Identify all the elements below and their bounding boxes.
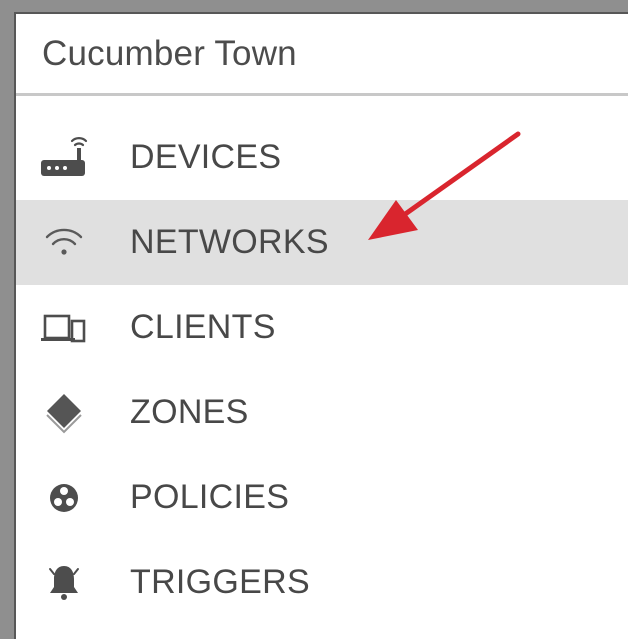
sidebar-item-triggers[interactable]: TRIGGERS <box>16 540 628 625</box>
wifi-icon <box>37 220 91 266</box>
sidebar-item-label: DEVICES <box>130 138 282 176</box>
policy-icon <box>37 475 91 521</box>
sidebar-nav: DEVICES NETWORKS CLIENTS ZONES POLICIES … <box>16 115 628 625</box>
bell-icon <box>37 560 91 606</box>
sidebar-item-zones[interactable]: ZONES <box>16 370 628 455</box>
sidebar-panel: Cucumber Town DEVICES NETWORKS CLIENTS Z… <box>14 12 628 639</box>
client-devices-icon <box>37 305 91 351</box>
sidebar-item-clients[interactable]: CLIENTS <box>16 285 628 370</box>
sidebar-item-label: TRIGGERS <box>130 563 310 601</box>
sidebar-header: Cucumber Town <box>16 14 628 96</box>
sidebar-item-policies[interactable]: POLICIES <box>16 455 628 540</box>
sidebar-item-label: CLIENTS <box>130 308 276 346</box>
sidebar-item-label: POLICIES <box>130 478 290 516</box>
router-icon <box>37 135 91 181</box>
sidebar-item-label: NETWORKS <box>130 223 329 261</box>
sidebar-item-devices[interactable]: DEVICES <box>16 115 628 200</box>
location-title[interactable]: Cucumber Town <box>42 34 297 74</box>
diamond-icon <box>37 390 91 436</box>
sidebar-item-networks[interactable]: NETWORKS <box>16 200 628 285</box>
sidebar-item-label: ZONES <box>130 393 249 431</box>
